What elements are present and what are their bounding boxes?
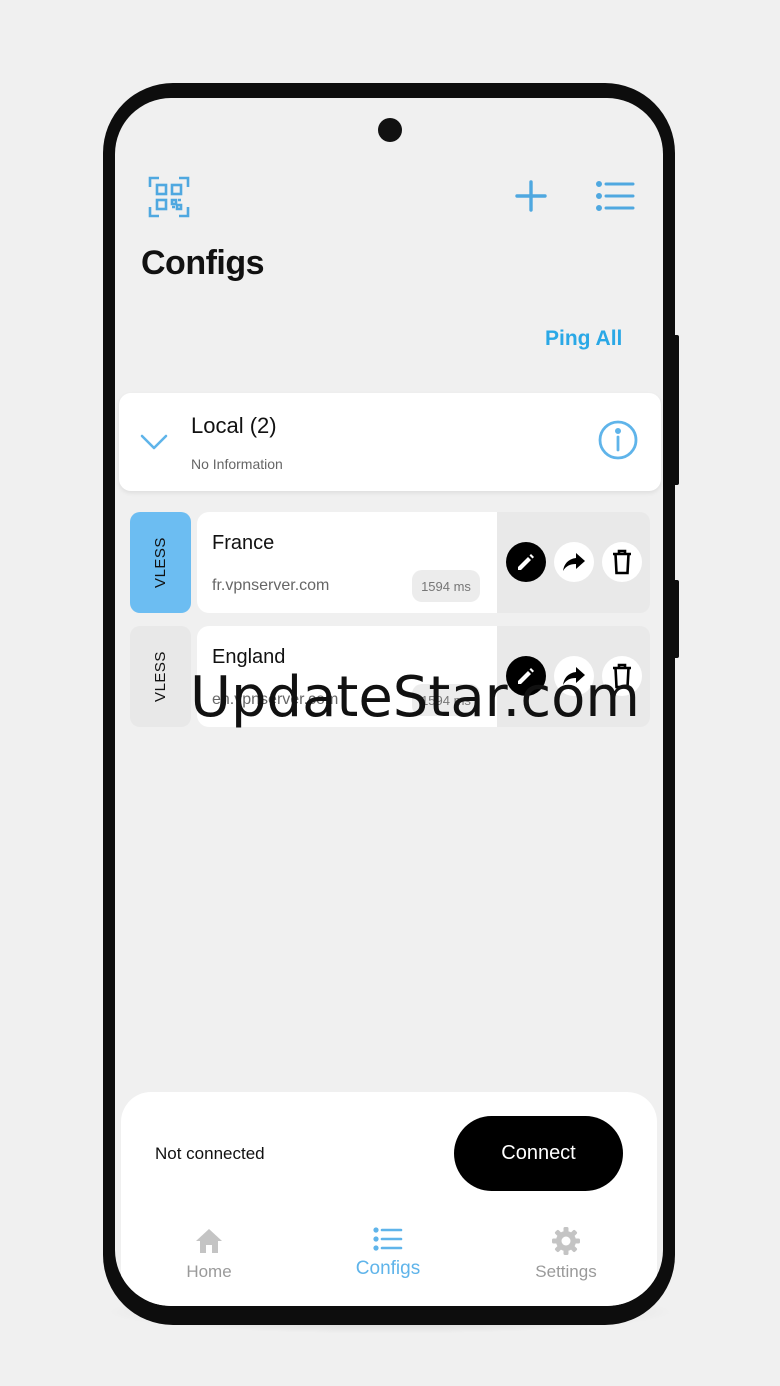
protocol-label: VLESS — [152, 651, 169, 702]
config-host: fr.vpnserver.com — [212, 577, 330, 594]
delete-button[interactable] — [602, 542, 642, 582]
edit-icon — [518, 554, 534, 570]
front-camera — [378, 118, 402, 142]
ping-all-button[interactable]: Ping All — [545, 327, 622, 351]
page-title: Configs — [141, 244, 265, 282]
nav-label: Settings — [535, 1262, 597, 1281]
config-group-card[interactable]: Local (2) No Information — [119, 393, 661, 491]
nav-label: Configs — [355, 1258, 421, 1279]
connect-button[interactable]: Connect — [454, 1116, 623, 1191]
home-icon — [196, 1229, 222, 1253]
ping-badge: 1594 ms — [412, 570, 480, 602]
config-name: France — [212, 532, 275, 554]
qr-scan-button[interactable] — [148, 176, 190, 218]
delete-icon — [613, 549, 631, 575]
nav-home[interactable]: Home — [149, 1226, 269, 1282]
connection-panel: Not connected Connect Home Configs Setti… — [121, 1092, 657, 1306]
info-icon[interactable] — [597, 419, 639, 461]
nav-configs[interactable]: Configs — [328, 1224, 448, 1280]
list-menu-button[interactable] — [595, 178, 637, 214]
config-body[interactable]: France fr.vpnserver.com 1594 ms — [197, 512, 507, 613]
protocol-tag: VLESS — [130, 512, 191, 613]
plus-icon — [515, 180, 547, 212]
qr-code-icon — [148, 176, 190, 218]
group-subtitle: No Information — [191, 456, 283, 472]
connection-status: Not connected — [155, 1144, 265, 1163]
chevron-down-icon[interactable] — [139, 427, 169, 457]
configs-list-icon — [373, 1227, 403, 1251]
edit-button[interactable] — [506, 542, 546, 582]
share-button[interactable] — [554, 542, 594, 582]
list-menu-icon — [596, 181, 635, 211]
group-title: Local (2) — [191, 413, 277, 438]
protocol-tag: VLESS — [130, 626, 191, 727]
nav-label: Home — [186, 1262, 232, 1281]
add-config-button[interactable] — [513, 178, 549, 214]
config-row[interactable]: VLESS France fr.vpnserver.com 1594 ms — [130, 512, 650, 613]
config-actions — [497, 512, 650, 613]
nav-settings[interactable]: Settings — [506, 1226, 626, 1282]
protocol-label: VLESS — [152, 537, 169, 588]
gear-icon — [552, 1227, 580, 1255]
share-icon — [563, 553, 585, 571]
watermark-text: UpdateStar.com — [190, 665, 640, 730]
